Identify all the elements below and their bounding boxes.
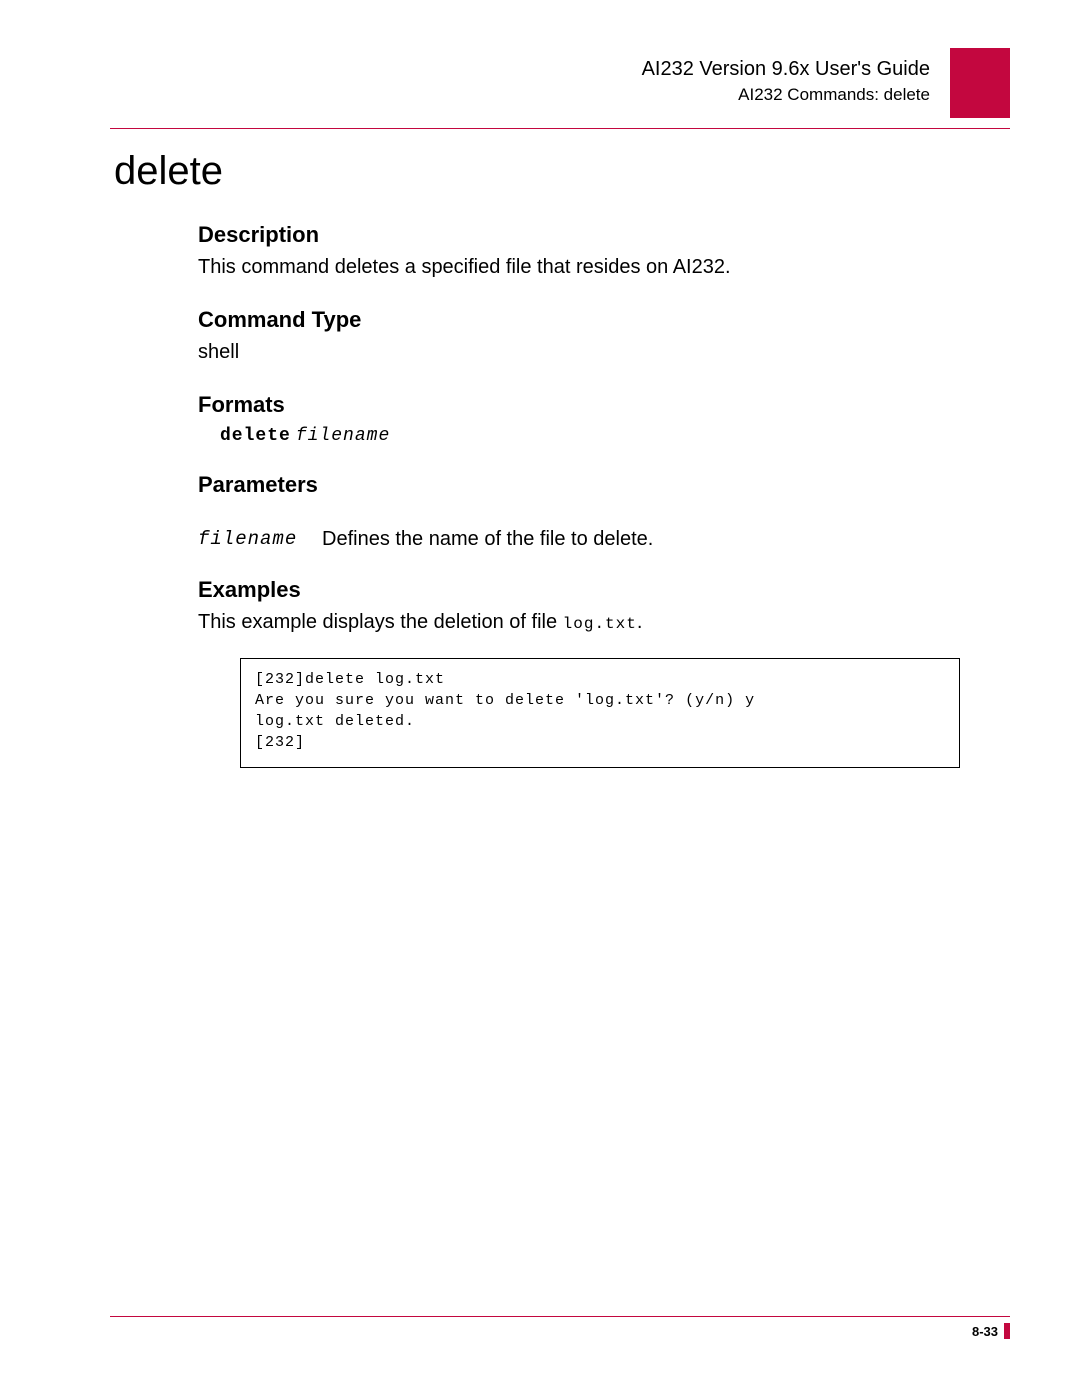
parameter-description: Defines the name of the file to delete.: [322, 528, 653, 551]
example-intro: This example displays the deletion of fi…: [198, 609, 968, 636]
section-heading-description: Description: [198, 222, 968, 248]
command-title: delete: [114, 149, 1010, 194]
section-heading-formats: Formats: [198, 392, 968, 418]
example-intro-filename: log.txt: [563, 615, 637, 633]
page-header: AI232 Version 9.6x User's Guide AI232 Co…: [110, 58, 1010, 118]
header-accent-block: [950, 48, 1010, 118]
header-text: AI232 Version 9.6x User's Guide AI232 Co…: [642, 58, 930, 105]
page-number: 8-33: [972, 1324, 998, 1339]
example-intro-prefix: This example displays the deletion of fi…: [198, 611, 563, 633]
header-rule: [110, 128, 1010, 129]
example-intro-suffix: .: [637, 611, 643, 633]
parameter-row: filename Defines the name of the file to…: [198, 528, 968, 551]
format-command: delete: [220, 426, 291, 446]
footer-rule: [110, 1316, 1010, 1317]
breadcrumb: AI232 Commands: delete: [642, 85, 930, 105]
parameter-name: filename: [198, 528, 298, 551]
document-page: AI232 Version 9.6x User's Guide AI232 Co…: [0, 0, 1080, 1397]
guide-title: AI232 Version 9.6x User's Guide: [642, 58, 930, 81]
section-heading-command-type: Command Type: [198, 307, 968, 333]
section-heading-parameters: Parameters: [198, 472, 968, 498]
page-footer: 8-33: [110, 1316, 1010, 1339]
description-text: This command deletes a specified file th…: [198, 254, 968, 281]
example-code-block: [232]delete log.txt Are you sure you wan…: [240, 658, 960, 768]
format-argument: filename: [296, 426, 390, 446]
section-heading-examples: Examples: [198, 577, 968, 603]
command-type-value: shell: [198, 339, 968, 366]
footer-accent-tick: [1004, 1323, 1010, 1339]
format-syntax: delete filename: [220, 424, 968, 446]
content-body: Description This command deletes a speci…: [198, 222, 968, 768]
footer-row: 8-33: [110, 1323, 1010, 1339]
